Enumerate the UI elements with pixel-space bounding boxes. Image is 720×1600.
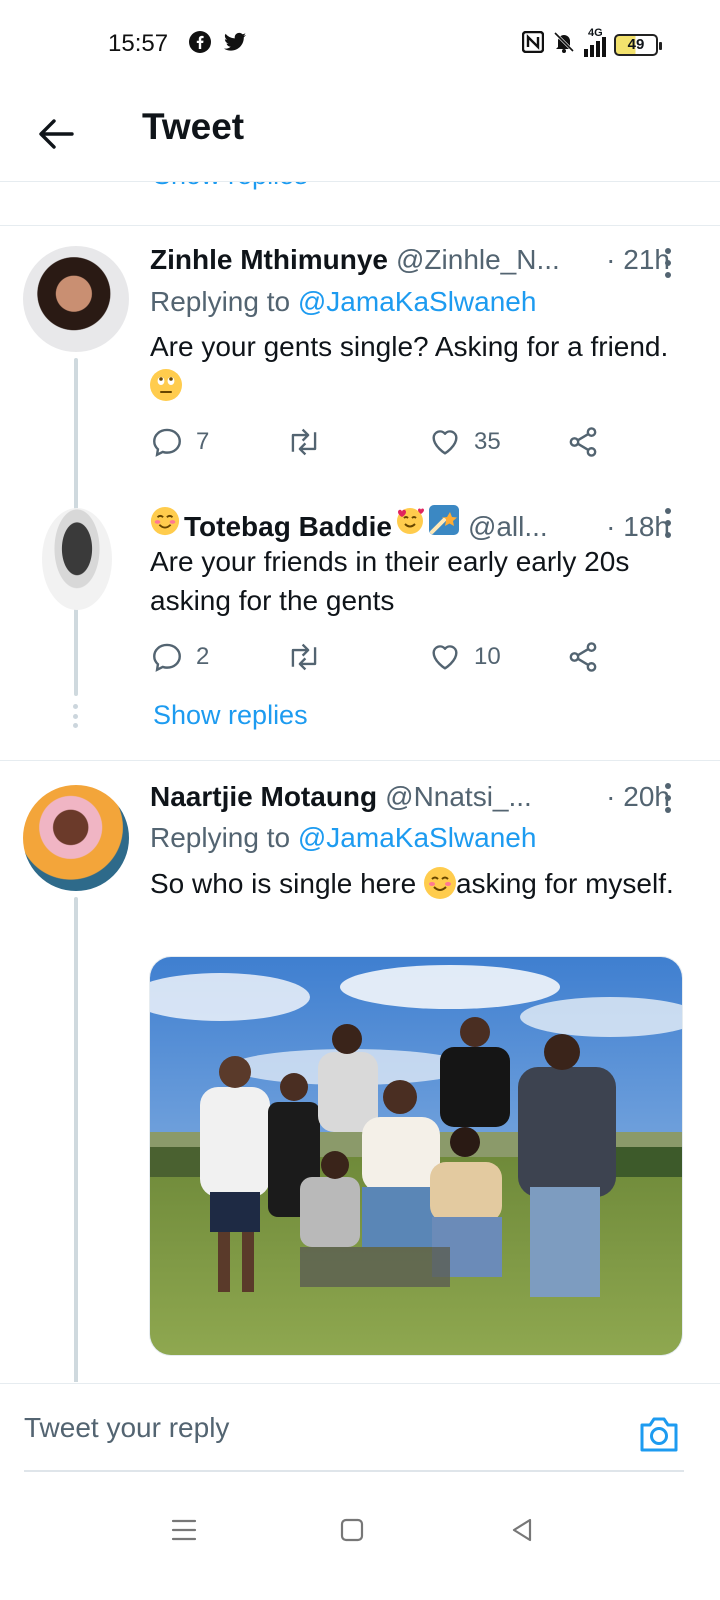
tweet-text-body: Are your gents single? Asking for a frie… — [150, 331, 669, 362]
reply-tweet[interactable]: Naartjie Motaung @Nnatsi_... · 20h Reply… — [0, 761, 720, 1382]
facebook-icon — [188, 30, 214, 56]
thread-line — [74, 897, 78, 1382]
reply-composer — [0, 1383, 720, 1478]
reply-count: 7 — [196, 428, 210, 455]
status-bar: 15:57 4G 49 — [0, 0, 720, 90]
display-name[interactable]: Zinhle Mthimunye — [150, 244, 388, 276]
home-square-icon — [340, 1518, 364, 1542]
heart-icon — [432, 430, 458, 455]
back-arrow-icon — [39, 119, 74, 149]
user-handle[interactable]: @all... — [468, 511, 548, 543]
shooting-star-emoji-icon — [428, 504, 460, 536]
back-nav-button[interactable] — [502, 1510, 542, 1550]
home-nav-button[interactable] — [332, 1510, 372, 1550]
user-handle[interactable]: @Zinhle_N... — [396, 244, 560, 276]
reply-button[interactable] — [150, 1379, 184, 1382]
thread-line — [74, 618, 78, 696]
retweet-icon — [291, 643, 317, 671]
reply-tweet[interactable]: Zinhle Mthimunye @Zinhle_N... · 21h Repl… — [0, 226, 720, 766]
back-triangle-icon — [512, 1518, 532, 1542]
signal-4g-icon: 4G — [584, 27, 606, 57]
network-type: 4G — [588, 26, 603, 39]
nfc-icon — [521, 30, 545, 58]
show-replies-link-partial[interactable]: Show replies — [153, 182, 308, 191]
tweet-header: Naartjie Motaung @Nnatsi_... · 20h — [150, 781, 670, 813]
rolling-eyes-emoji-icon — [150, 369, 182, 401]
tweet-text-body: So who is single here — [150, 868, 424, 899]
display-name[interactable]: Naartjie Motaung — [150, 781, 377, 813]
heart-icon — [432, 645, 458, 670]
like-button[interactable]: 10 — [428, 637, 501, 677]
tweet-text-body-end: asking for myself. — [455, 868, 674, 899]
replying-prefix: Replying to — [150, 822, 298, 853]
tweet-text: Are your friends in their early early 20… — [150, 546, 630, 616]
like-count: 35 — [474, 428, 501, 455]
tweet-thread[interactable]: Show replies Zinhle Mthimunye @Zinhle_N.… — [0, 182, 720, 1382]
top-bar: Tweet — [0, 90, 720, 182]
battery-level: 49 — [627, 36, 645, 53]
tweet-text: So who is single here asking for myself. — [150, 864, 680, 903]
show-replies-link[interactable]: Show replies — [153, 700, 308, 731]
avatar[interactable] — [42, 508, 112, 610]
tweet-header: Zinhle Mthimunye @Zinhle_N... · 21h — [150, 244, 670, 276]
retweet-button[interactable] — [286, 422, 334, 462]
tweet-actions: 7 35 — [150, 422, 610, 462]
tweet-time[interactable]: · 20h — [606, 781, 670, 813]
system-navigation-bar — [0, 1480, 720, 1600]
share-button[interactable] — [566, 422, 600, 462]
replying-to-link[interactable]: @JamaKaSlwaneh — [298, 286, 537, 317]
retweet-button[interactable] — [286, 637, 334, 677]
more-options-button[interactable] — [664, 248, 672, 278]
display-name[interactable]: Totebag Baddie — [184, 511, 392, 543]
retweet-button[interactable] — [286, 1379, 322, 1382]
thread-dots — [73, 704, 79, 728]
user-handle[interactable]: @Nnatsi_... — [385, 781, 532, 813]
twitter-bird-icon — [222, 30, 248, 56]
share-button[interactable] — [566, 1379, 600, 1382]
composer-underline — [24, 1470, 684, 1472]
reply-count: 2 — [196, 643, 210, 670]
replying-prefix: Replying to — [150, 286, 298, 317]
tweet-header: Totebag Baddie @all... · 18h — [150, 504, 670, 543]
smiling-face-emoji-icon — [150, 506, 180, 536]
reply-button[interactable]: 7 — [150, 422, 209, 462]
tweet-text: Are your gents single? Asking for a frie… — [150, 327, 680, 405]
menu-lines-icon — [171, 1519, 197, 1541]
share-icon — [569, 427, 597, 457]
mute-bell-icon — [552, 30, 576, 59]
smiling-face-emoji-icon — [423, 867, 456, 899]
back-button[interactable] — [30, 108, 82, 160]
reply-icon — [153, 643, 181, 672]
more-options-button[interactable] — [664, 508, 672, 538]
page-title: Tweet — [142, 106, 245, 147]
group-photo-outdoors-icon — [150, 957, 682, 1355]
reply-icon — [153, 428, 181, 457]
status-time: 15:57 — [108, 30, 169, 57]
reply-button[interactable]: 2 — [150, 637, 209, 677]
more-options-button[interactable] — [664, 783, 672, 813]
retweet-icon — [291, 428, 317, 456]
tweet-actions: 2 10 — [150, 637, 610, 677]
replying-to-link[interactable]: @JamaKaSlwaneh — [298, 822, 537, 853]
share-button[interactable] — [566, 637, 600, 677]
reply-input[interactable] — [24, 1412, 584, 1444]
replying-to: Replying to @JamaKaSlwaneh — [150, 822, 536, 854]
smiling-face-with-hearts-emoji-icon — [394, 504, 426, 536]
previous-thread-end: Show replies — [0, 182, 720, 226]
share-icon — [569, 642, 597, 672]
camera-button[interactable] — [638, 1414, 680, 1454]
like-count: 10 — [474, 643, 501, 670]
group-photo-image[interactable] — [149, 956, 683, 1356]
tweet-time[interactable]: · 18h — [606, 511, 670, 543]
battery-icon: 49 — [614, 33, 662, 56]
avatar[interactable] — [23, 246, 129, 352]
camera-icon — [640, 1417, 678, 1452]
replying-to: Replying to @JamaKaSlwaneh — [150, 286, 536, 318]
like-button[interactable]: 35 — [428, 422, 501, 462]
like-button[interactable] — [428, 1379, 462, 1382]
avatar[interactable] — [23, 785, 129, 891]
menu-nav-button[interactable] — [164, 1510, 204, 1550]
tweet-time[interactable]: · 21h — [606, 244, 670, 276]
tweet-actions — [150, 1379, 610, 1382]
